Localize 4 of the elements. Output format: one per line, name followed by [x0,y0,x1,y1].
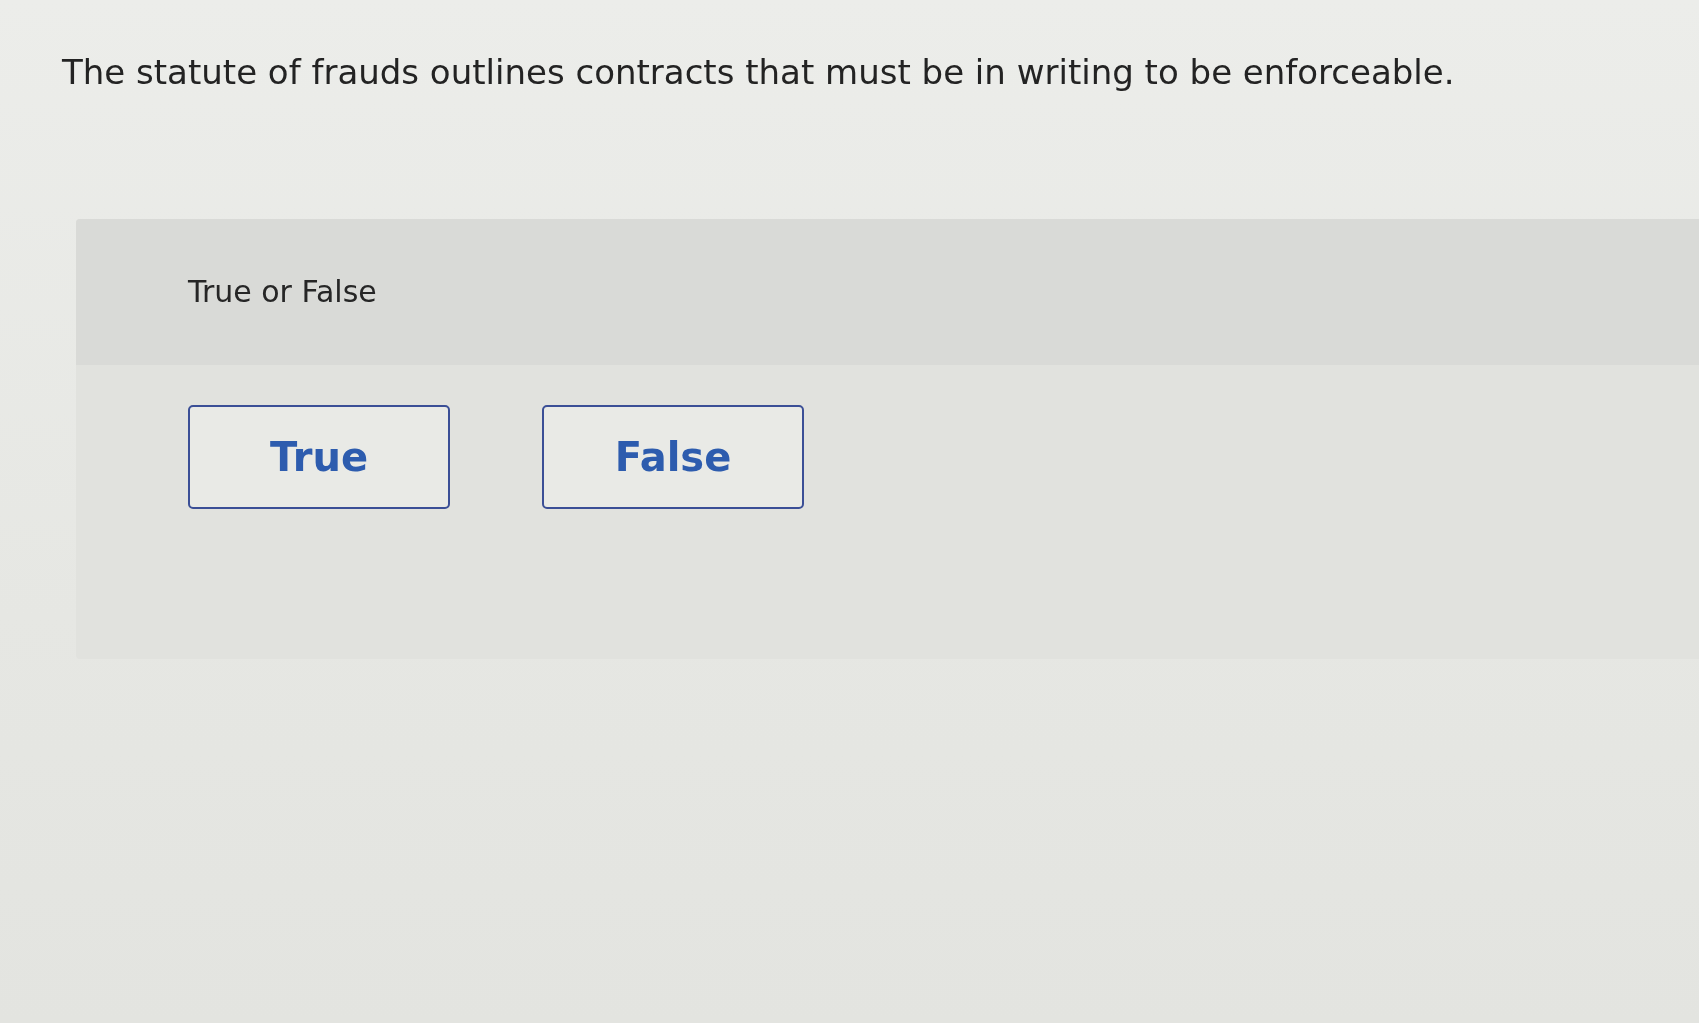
prompt-text: True or False [188,274,377,310]
answer-option[interactable]: False [542,404,804,509]
answer-option[interactable]: True [188,404,450,509]
question-text: The statute of frauds outlines contracts that must be in writing to be enforceable. [62,52,1456,93]
